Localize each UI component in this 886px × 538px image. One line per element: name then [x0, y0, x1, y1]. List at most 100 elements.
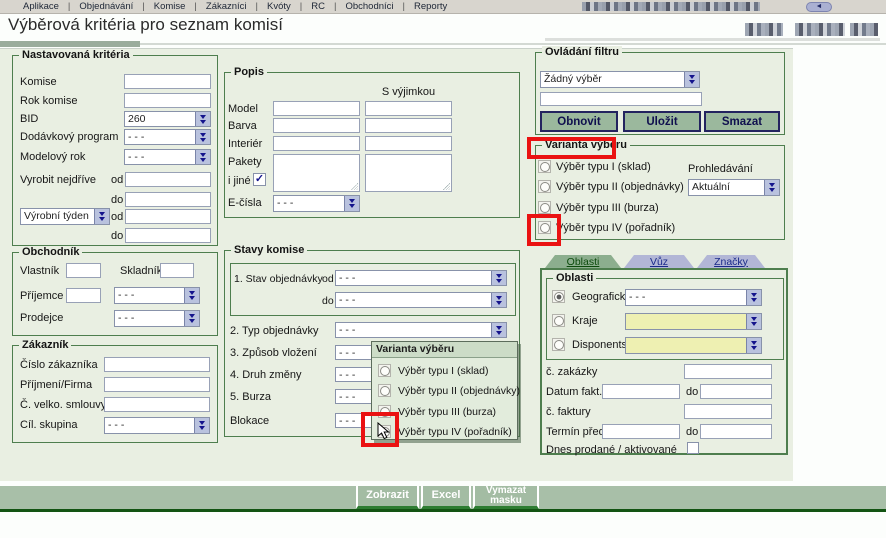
- variant-popup-title: Varianta výběru: [372, 342, 517, 358]
- variant-2-radio[interactable]: [538, 180, 551, 193]
- dropdown-arrow-icon[interactable]: [764, 180, 779, 195]
- save-button[interactable]: Uložit: [623, 111, 701, 132]
- week-value: Výrobní týden: [21, 209, 94, 224]
- interior-exception-input[interactable]: [365, 136, 452, 151]
- packets-exception-textarea[interactable]: [365, 154, 452, 192]
- popup-variant-2-radio[interactable]: [378, 384, 391, 397]
- dropdown-arrow-icon[interactable]: [684, 72, 699, 87]
- menu-item-objednavani[interactable]: Objednávání: [70, 1, 142, 12]
- variant-1-radio[interactable]: [538, 160, 551, 173]
- filter-select[interactable]: Žádný výběr: [540, 71, 700, 88]
- restore-button[interactable]: Obnovit: [540, 111, 618, 132]
- week-from-input[interactable]: [125, 209, 211, 224]
- dropdown-arrow-icon[interactable]: [195, 130, 210, 144]
- receiver-dropdown[interactable]: - - -: [114, 287, 200, 304]
- tab-vuz[interactable]: Vůz: [624, 255, 694, 268]
- komise-input[interactable]: [124, 74, 211, 89]
- dropdown-arrow-icon[interactable]: [491, 271, 506, 285]
- delete-button[interactable]: Smazat: [704, 111, 780, 132]
- dropdown-arrow-icon[interactable]: [194, 418, 209, 433]
- color-label: Barva: [228, 120, 257, 132]
- owner-label: Vlastník: [20, 265, 59, 277]
- dropdown-arrow-icon[interactable]: [746, 290, 761, 305]
- menu-item-aplikace[interactable]: Aplikace: [14, 1, 68, 12]
- dropdown-arrow-icon[interactable]: [746, 314, 761, 329]
- invoice-date-to-input[interactable]: [700, 384, 772, 399]
- produce-from-input[interactable]: [125, 172, 211, 187]
- seller-label: Prodejce: [20, 312, 63, 324]
- produce-to-input[interactable]: [125, 192, 211, 207]
- handover-to-input[interactable]: [700, 424, 772, 439]
- dropdown-arrow-icon[interactable]: [746, 338, 761, 353]
- bid-dropdown[interactable]: 260: [124, 111, 211, 127]
- week-to-input[interactable]: [125, 228, 211, 243]
- handover-from-input[interactable]: [602, 424, 680, 439]
- dropdown-arrow-icon[interactable]: [491, 323, 506, 337]
- receiver-input[interactable]: [66, 288, 101, 303]
- customer-number-input[interactable]: [104, 357, 210, 372]
- order-state-to-dropdown[interactable]: - - -: [335, 292, 507, 308]
- dropdown-arrow-icon[interactable]: [94, 209, 109, 224]
- order-number-input[interactable]: [684, 364, 772, 379]
- invoice-date-from-input[interactable]: [602, 384, 680, 399]
- order-state-from-dropdown[interactable]: - - -: [335, 270, 507, 286]
- target-group-dropdown[interactable]: - - -: [104, 417, 210, 434]
- menu-item-obchodnici[interactable]: Obchodníci: [336, 1, 402, 12]
- other-checkbox[interactable]: ✓: [253, 173, 266, 186]
- program-dropdown[interactable]: - - -: [124, 129, 211, 145]
- interior-input[interactable]: [273, 136, 360, 151]
- back-arrow-icon[interactable]: ◄: [806, 2, 832, 12]
- stock-input[interactable]: [160, 263, 194, 278]
- divider: [140, 43, 886, 45]
- tab-znacky[interactable]: Značky: [697, 255, 765, 268]
- dropdown-arrow-icon[interactable]: [195, 112, 210, 126]
- show-button[interactable]: Zobrazit: [356, 486, 419, 509]
- search-dropdown[interactable]: Aktuální: [688, 179, 780, 196]
- contract-input[interactable]: [104, 397, 210, 412]
- clear-mask-button[interactable]: Vymazat masku: [473, 486, 539, 509]
- enumbers-dropdown[interactable]: - - -: [273, 195, 360, 212]
- disponent-dropdown[interactable]: [625, 337, 762, 354]
- color-input[interactable]: [273, 118, 360, 133]
- order-state-from-value: - - -: [336, 271, 491, 285]
- rok-komise-label: Rok komise: [20, 95, 77, 107]
- rok-komise-input[interactable]: [124, 93, 211, 108]
- disponent-radio[interactable]: [552, 338, 565, 351]
- packets-textarea[interactable]: [273, 154, 360, 192]
- do-label: do: [111, 230, 123, 242]
- sold-today-checkbox[interactable]: [687, 442, 699, 454]
- menu-item-kvoty[interactable]: Kvóty: [258, 1, 300, 12]
- menu-item-rc[interactable]: RC: [302, 1, 334, 12]
- tab-oblasti[interactable]: Oblasti: [545, 255, 621, 268]
- dropdown-arrow-icon[interactable]: [195, 150, 210, 164]
- bid-label: BID: [20, 113, 38, 125]
- dropdown-arrow-icon[interactable]: [184, 288, 199, 303]
- customer-name-input[interactable]: [104, 377, 210, 392]
- dropdown-arrow-icon[interactable]: [184, 311, 199, 326]
- regions-radio[interactable]: [552, 314, 565, 327]
- popup-variant-1-radio[interactable]: [378, 364, 391, 377]
- invoice-number-input[interactable]: [684, 404, 772, 419]
- modelyear-dropdown[interactable]: - - -: [124, 149, 211, 165]
- order-type-dropdown[interactable]: - - -: [335, 322, 507, 338]
- model-input[interactable]: [273, 101, 360, 116]
- geographic-dropdown[interactable]: - - -: [625, 289, 762, 306]
- filter-name-input[interactable]: [540, 92, 702, 106]
- do-label: do: [686, 386, 698, 398]
- owner-input[interactable]: [66, 263, 101, 278]
- menu-item-zakaznici[interactable]: Zákazníci: [197, 1, 256, 12]
- order-type-value: - - -: [336, 323, 491, 337]
- week-dropdown[interactable]: Výrobní týden: [20, 208, 110, 225]
- regions-dropdown[interactable]: [625, 313, 762, 330]
- color-exception-input[interactable]: [365, 118, 452, 133]
- model-exception-input[interactable]: [365, 101, 452, 116]
- dropdown-arrow-icon[interactable]: [491, 293, 506, 307]
- menu-item-komise[interactable]: Komise: [145, 1, 195, 12]
- excel-button[interactable]: Excel: [421, 486, 471, 509]
- menu-item-reporty[interactable]: Reporty: [405, 1, 456, 12]
- seller-dropdown[interactable]: - - -: [114, 310, 200, 327]
- dropdown-arrow-icon[interactable]: [344, 196, 359, 211]
- variant-3-radio[interactable]: [538, 201, 551, 214]
- geographic-radio[interactable]: [552, 290, 565, 303]
- modelyear-label: Modelový rok: [20, 151, 85, 163]
